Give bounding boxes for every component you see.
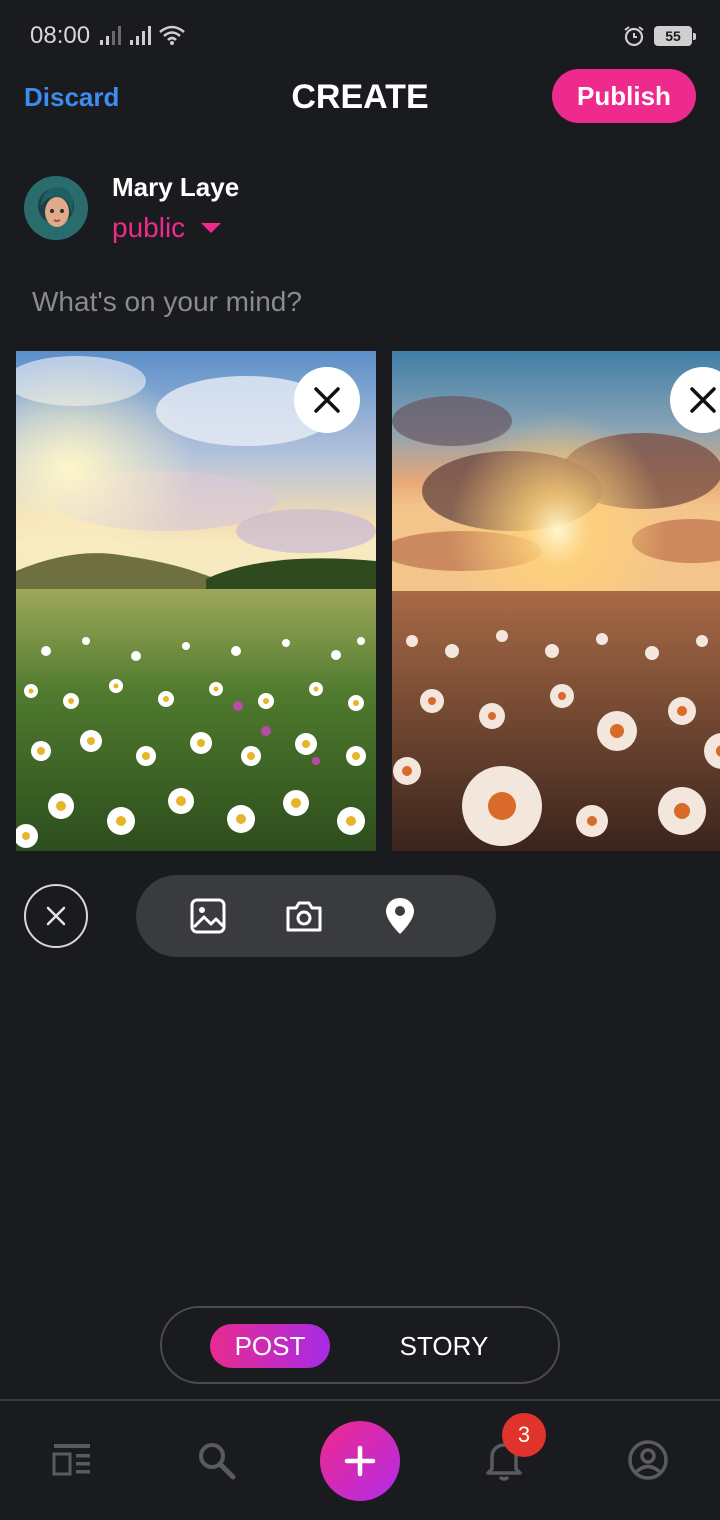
wifi-icon [159, 25, 185, 45]
create-button[interactable] [320, 1421, 400, 1501]
signal-icon [130, 26, 151, 45]
status-bar: 08:00 55 [0, 0, 720, 72]
avatar [24, 176, 88, 240]
location-pin-icon [386, 898, 414, 934]
nav-profile[interactable] [626, 1438, 670, 1482]
privacy-label: public [112, 212, 186, 243]
profile-icon [628, 1440, 668, 1480]
sunset-daisy-photo [392, 351, 720, 851]
attachment-image [392, 351, 720, 851]
tab-post[interactable]: POST [210, 1324, 330, 1368]
attachment-toolbar [136, 875, 496, 957]
close-icon [314, 387, 340, 413]
location-button[interactable] [380, 896, 420, 936]
status-time: 08:00 [30, 22, 91, 49]
privacy-dropdown[interactable]: public [112, 212, 222, 244]
feed-icon [52, 1444, 90, 1476]
alarm-icon [624, 26, 644, 47]
user-name: Mary Laye [112, 172, 240, 202]
image-icon [190, 898, 226, 934]
discard-button[interactable]: Discard [24, 82, 119, 113]
close-icon [690, 387, 716, 413]
add-image-button[interactable] [188, 896, 228, 936]
notification-badge: 3 [502, 1413, 546, 1457]
status-icons-left [98, 24, 186, 46]
nav-divider [0, 1399, 720, 1401]
tab-story[interactable]: STORY [384, 1324, 504, 1368]
publish-button[interactable]: Publish [552, 69, 696, 123]
status-icons-right: 55 [622, 24, 696, 48]
battery-indicator: 55 [654, 26, 696, 46]
signal-icon [100, 26, 121, 45]
add-icon [344, 1445, 376, 1477]
close-attachments-button[interactable] [24, 884, 88, 948]
post-story-switch: POST STORY [160, 1306, 560, 1384]
attachment-image [16, 351, 376, 851]
close-icon [46, 906, 66, 926]
post-text-input[interactable] [20, 276, 700, 328]
camera-icon [286, 901, 322, 932]
camera-button[interactable] [284, 896, 324, 936]
remove-image-button[interactable] [294, 367, 360, 433]
header: Discard CREATE Publish [0, 68, 720, 128]
nav-feed[interactable] [50, 1438, 94, 1482]
caret-down-icon [201, 223, 222, 233]
nav-search[interactable] [194, 1438, 238, 1482]
search-icon [199, 1443, 236, 1480]
